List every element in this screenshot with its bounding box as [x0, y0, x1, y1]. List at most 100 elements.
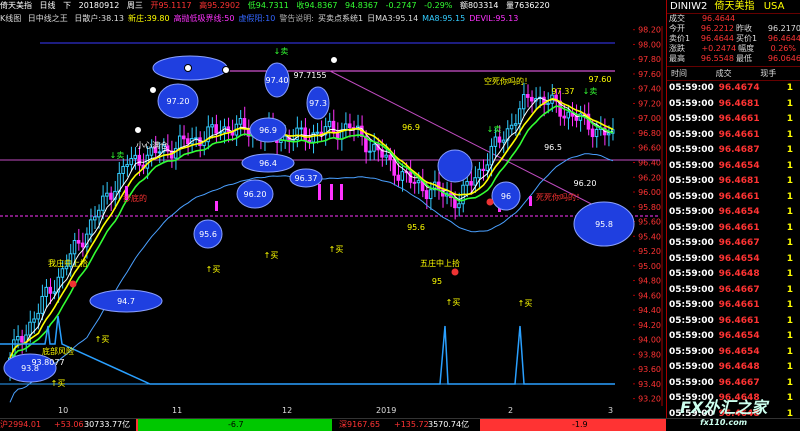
indicator-name[interactable]: 日中线之王 [28, 14, 68, 23]
annotation-label: 94.7 [117, 297, 135, 306]
tick-row: 05:59:00 96.4661 1 [667, 298, 800, 314]
tick-list[interactable]: 05:59:00 96.4674 1 05:59:00 96.4681 1 05:59:00… [667, 81, 800, 422]
date-tick: 2 [508, 406, 514, 415]
ma-line-yellow [9, 98, 614, 359]
candle-body [412, 181, 417, 184]
tick-volume: 1 [786, 331, 793, 341]
candle-body [157, 151, 162, 154]
candle-body [92, 216, 97, 221]
tick-price: 96.4681 [718, 176, 760, 186]
signal-label: 空死你吗的！ [484, 76, 532, 86]
tick-price: 96.4654 [718, 331, 760, 341]
quote-value: 96.2212 [700, 24, 734, 33]
tick-time: 05:59:00 [669, 377, 714, 388]
chart-type-label[interactable]: K线图 [0, 14, 21, 23]
quote-row: 成交 96.4644 [667, 14, 800, 24]
candle-body [489, 145, 494, 166]
volume-marker [318, 184, 321, 200]
tick-price: 96.4661 [718, 191, 760, 202]
candle-body [465, 181, 469, 186]
price-axis-label: 93.20 [638, 395, 661, 404]
tick-row: 05:59:00 96.4681 1 [667, 174, 800, 190]
price-axis-label: 96.60 [638, 144, 661, 153]
candle-body [566, 111, 570, 119]
alt-close-value: 94.8367 [345, 1, 379, 10]
legend-item: 日散户:38.13 [74, 14, 124, 23]
signal-dot [69, 280, 77, 288]
tick-price: 96.4654 [718, 160, 760, 171]
tick-price: 96.4654 [718, 253, 760, 264]
candle-body [44, 286, 48, 297]
signal-label: 抄底的 [123, 193, 147, 203]
tick-row: 05:59:00 96.4661 1 [667, 190, 800, 206]
quote-label [735, 14, 768, 24]
candle-body [384, 154, 388, 158]
candle-body [303, 127, 307, 141]
quote-label: 幅度 [738, 44, 755, 53]
candle-body [88, 219, 93, 235]
candle-body [368, 150, 372, 153]
candle-body [485, 164, 490, 171]
candle-body [509, 124, 514, 130]
candle-body [52, 291, 57, 294]
close-value: 收94.8367 [296, 1, 338, 10]
quote-label: 最高 [669, 54, 685, 63]
candle-body [210, 124, 214, 128]
tick-time: 05:59:00 [669, 98, 714, 109]
tick-column-header[interactable]: 时间 [667, 67, 712, 80]
signal-label: ↓卖 [487, 125, 502, 134]
candle-body [590, 128, 595, 138]
tick-time: 05:59:00 [669, 315, 714, 326]
price-axis-label: 97.80 [638, 55, 661, 64]
price-axis-label: 94.20 [638, 321, 661, 330]
annotation-label: 97.3 [309, 99, 327, 108]
quote-label: 最低 [736, 54, 752, 63]
annotation-label: 97.20 [167, 97, 190, 106]
candle-body [238, 118, 243, 125]
change-pct-value: -0.29% [424, 1, 453, 10]
candle-body [105, 192, 109, 197]
amount-value: 额803314 [459, 1, 499, 10]
candle-body [32, 318, 36, 323]
price-annotation: 96.9 [402, 123, 420, 132]
signal-label: ↑买 [264, 251, 279, 260]
candle-body [177, 135, 182, 150]
candle-body [469, 181, 473, 186]
ma-line-green [9, 105, 614, 365]
date-axis: 10 11 12 2019 2 3 [0, 406, 663, 417]
candle-body [137, 154, 142, 166]
tick-time: 05:59:00 [669, 238, 714, 248]
date-tick: 2019 [376, 406, 397, 415]
legend-item: 日MA3:95.14 [367, 14, 419, 23]
tick-row: 05:59:00 96.4654 1 [667, 252, 800, 268]
candle-body [477, 168, 481, 179]
period-label[interactable]: 日线 [40, 1, 56, 10]
smiley-icon [222, 66, 230, 74]
tick-price: 96.4667 [718, 284, 760, 295]
annotation-label: 96.20 [244, 190, 267, 199]
signal-label: 我庄中上拾 [48, 258, 88, 268]
tick-row: 05:59:00 96.4661 1 [667, 128, 800, 144]
candlestick-chart[interactable]: 98.20 98.00 97.80 97.60 97.40 97.20 97.00 96.80… [0, 26, 663, 406]
legend-item: DEVIL:95.13 [469, 14, 519, 23]
tick-time: 05:59:00 [669, 346, 714, 357]
tick-column-header[interactable]: 现手 [756, 67, 800, 80]
candle-body [347, 123, 352, 129]
legend-item: 虚假阳:10 [238, 14, 276, 23]
candle-body [331, 120, 336, 133]
tick-row: 05:59:00 96.4667 1 [667, 283, 800, 299]
legend-item: 买卖点系统1 [318, 14, 364, 23]
quote-label: 成交 [669, 14, 685, 23]
price-annotation: 97.60 [589, 75, 612, 84]
tick-column-header[interactable]: 成交 [712, 67, 757, 80]
tick-time: 05:59:00 [669, 114, 714, 124]
sh-index-label: 沪2994.01 [0, 420, 42, 429]
signal-label: 死死你吗的！ [536, 192, 584, 202]
instrument-name: 倚天美指 [0, 1, 32, 10]
quote-row: 今开 96.2212 昨收 96.2170 [667, 24, 800, 34]
price-annotation: 96.20 [574, 179, 597, 188]
tick-volume: 1 [786, 300, 793, 310]
low-value: 低94.7311 [247, 1, 289, 10]
annotation-label: 96.9 [259, 126, 277, 135]
date-label: 20180912 [78, 1, 120, 10]
